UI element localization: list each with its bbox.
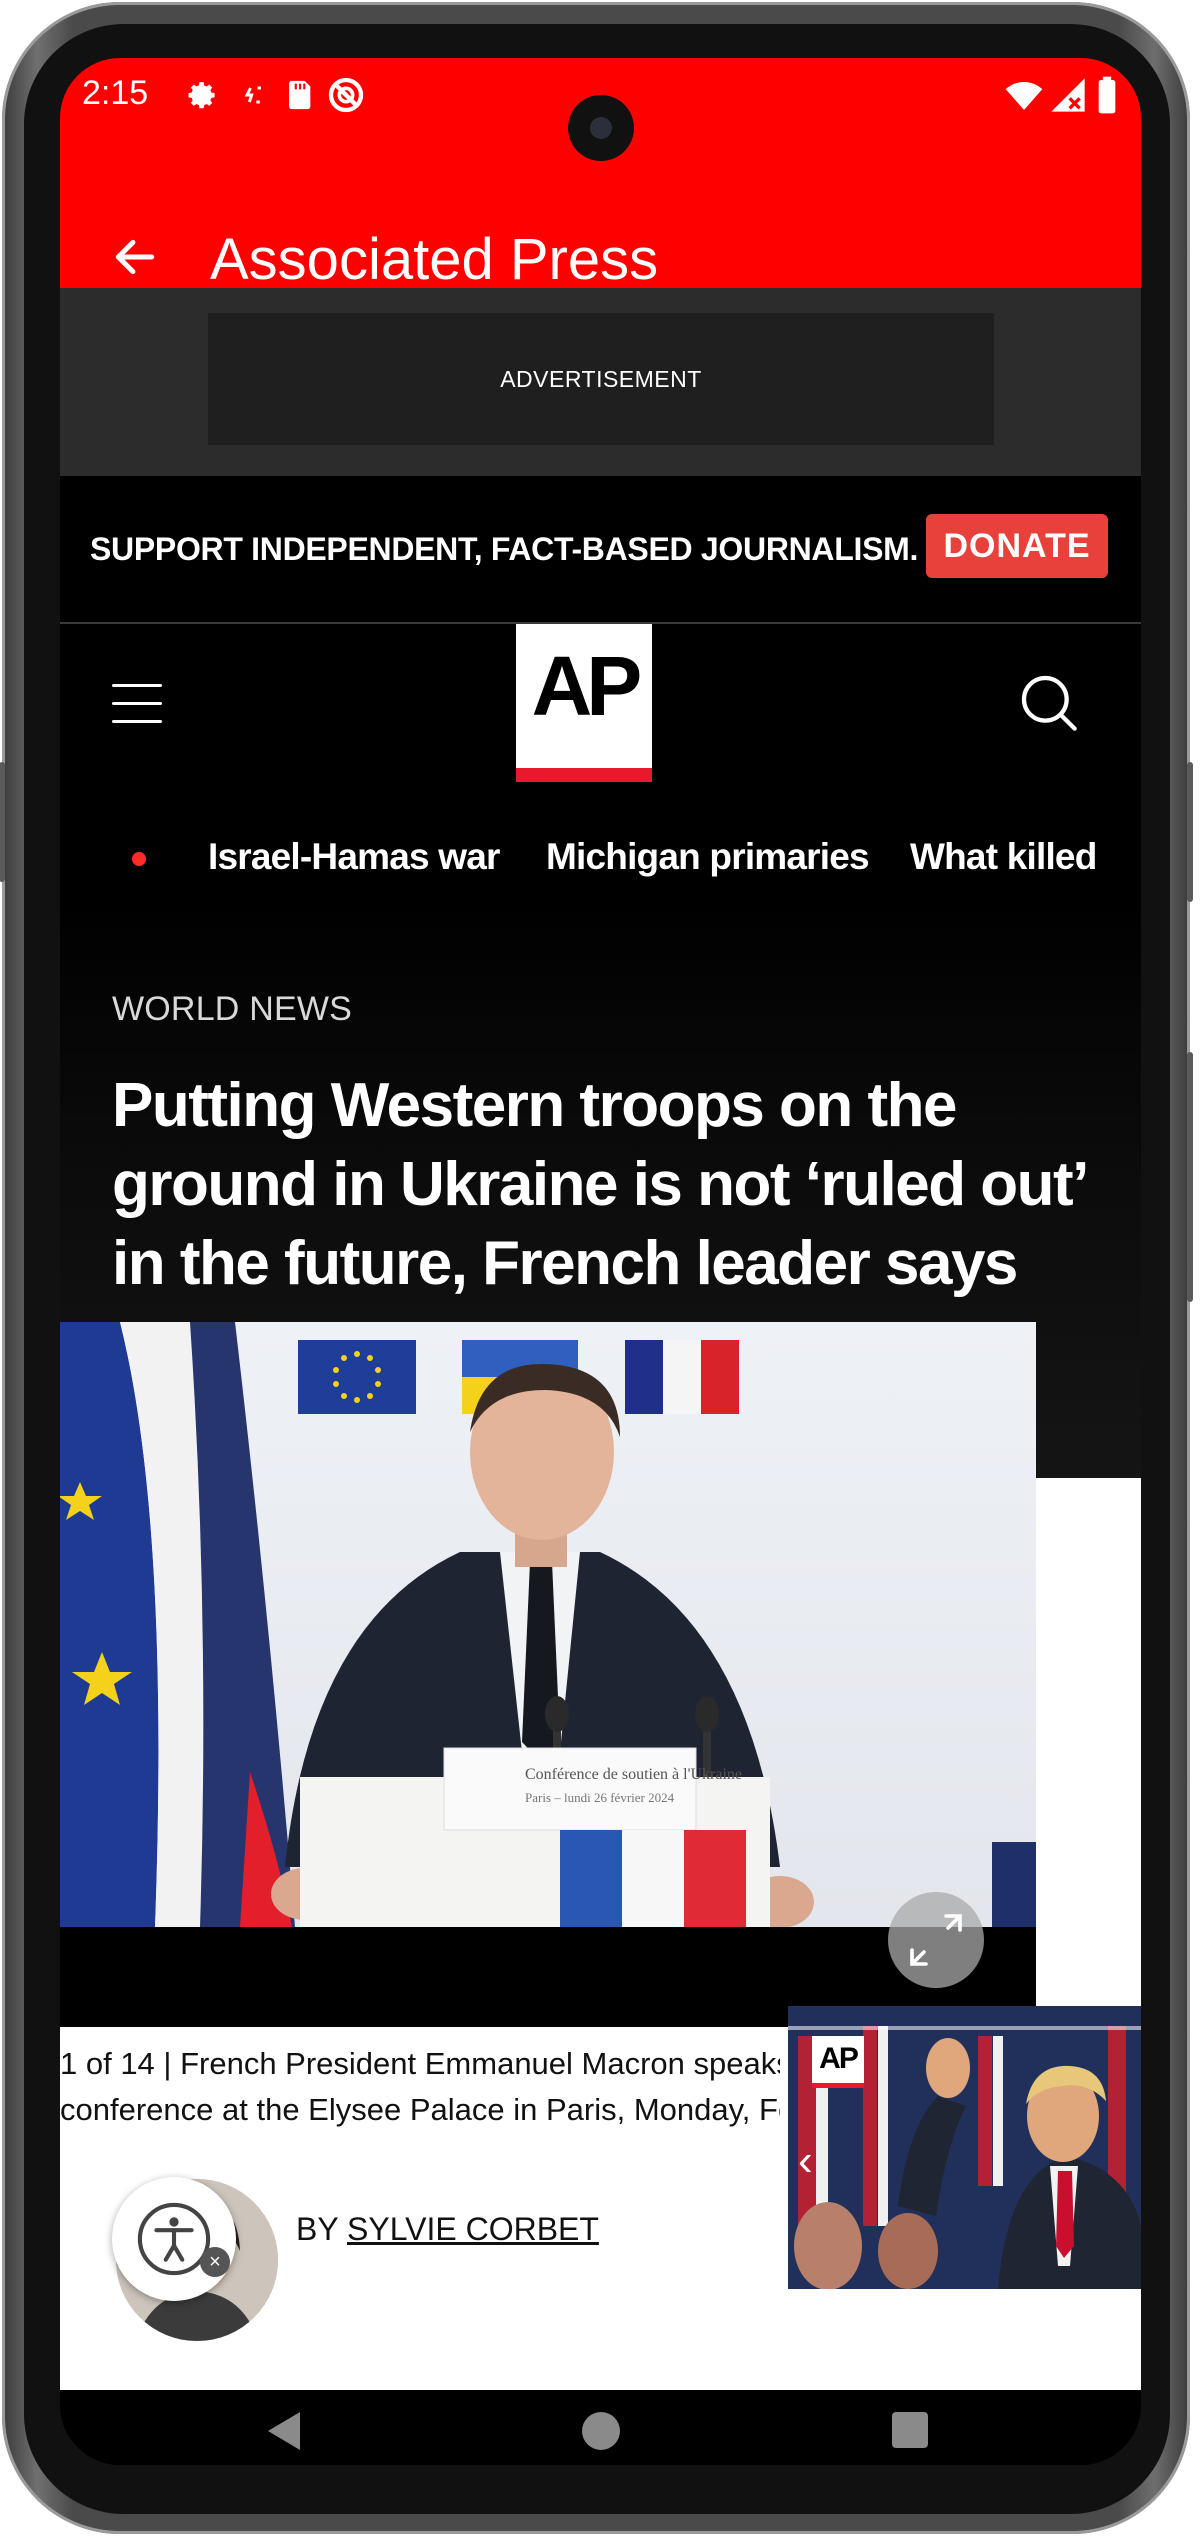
chevron-left-icon[interactable]: ‹ <box>798 2136 813 2186</box>
signal-icon <box>1051 78 1085 112</box>
content-panel <box>1036 1478 1141 2038</box>
battery-icon <box>1098 76 1116 114</box>
screen: 2:15 Associated Press ADVERTISEMENT SUPP… <box>60 58 1141 2465</box>
article-headline: Putting Western troops on the ground in … <box>112 1071 1086 1298</box>
caption-line-1: 1 of 14 | French President Emmanuel Macr… <box>60 2046 780 2081</box>
volume-button <box>0 762 5 882</box>
mini-ap-logo-text: AP <box>819 2042 859 2075</box>
power-button <box>1187 762 1193 902</box>
gear-icon <box>188 82 215 109</box>
donate-banner: SUPPORT INDEPENDENT, FACT-BASED JOURNALI… <box>60 476 1141 624</box>
section-label[interactable]: WORLD NEWS <box>112 990 352 1029</box>
volume-rocker <box>1187 1052 1193 1302</box>
status-time: 2:15 <box>82 74 149 112</box>
topic-what-killed[interactable]: What killed <box>910 836 1097 878</box>
close-icon[interactable]: × <box>200 2247 230 2277</box>
hamburger-menu-icon[interactable] <box>112 684 162 724</box>
expand-photo-button[interactable] <box>888 1892 984 1988</box>
ap-logo-bar <box>516 768 652 782</box>
accessibility-button[interactable] <box>112 2177 236 2301</box>
support-message: SUPPORT INDEPENDENT, FACT-BASED JOURNALI… <box>90 531 919 567</box>
macron-podium-image: Conférence de soutien à l'Ukraine Paris … <box>60 1322 1036 1927</box>
ap-logo[interactable]: AP <box>516 624 652 782</box>
byline-prefix: BY <box>296 2211 339 2247</box>
byline: BY SYLVIE CORBET <box>296 2211 599 2248</box>
link-icon <box>244 86 261 104</box>
sd-card-icon <box>289 80 311 110</box>
trending-topics: Israel-Hamas war Michigan primaries What… <box>60 824 1141 898</box>
accessibility-icon <box>137 2202 211 2276</box>
podium-text-title: Conférence de soutien à l'Ukraine <box>525 1766 742 1783</box>
mini-player-ap-logo: AP <box>812 2036 864 2088</box>
donate-button[interactable]: DONATE <box>926 514 1108 578</box>
topic-israel-hamas-war[interactable]: Israel-Hamas war <box>208 836 500 878</box>
system-navigation-bar <box>60 2390 1141 2465</box>
no-sync-icon <box>328 77 364 113</box>
front-camera <box>568 95 634 161</box>
nav-recents-icon[interactable] <box>892 2412 928 2448</box>
article-photo[interactable]: Conférence de soutien à l'Ukraine Paris … <box>60 1322 1036 1927</box>
photo-caption: 1 of 14 | French President Emmanuel Macr… <box>60 2041 780 2133</box>
podium-text-date: Paris – lundi 26 février 2024 <box>525 1790 675 1805</box>
app-title: Associated Press <box>210 227 659 292</box>
mini-ap-logo-bar <box>812 2083 864 2088</box>
topic-michigan-primaries[interactable]: Michigan primaries <box>546 836 870 878</box>
wifi-icon <box>1005 82 1043 110</box>
site-header: AP <box>60 624 1141 824</box>
mini-video-player[interactable]: AP ‹ <box>788 2006 1141 2289</box>
arrow-left-icon[interactable] <box>110 232 160 282</box>
ad-container: ADVERTISEMENT <box>60 288 1141 476</box>
advertisement-slot[interactable]: ADVERTISEMENT <box>208 313 994 445</box>
live-indicator-icon <box>132 852 146 866</box>
nav-home-icon[interactable] <box>582 2412 620 2450</box>
ap-logo-text: AP <box>531 639 643 733</box>
device-frame: 2:15 Associated Press ADVERTISEMENT SUPP… <box>0 2 1193 2534</box>
expand-icon <box>910 1914 962 1966</box>
caption-line-2: conference at the Elysee Palace in Paris… <box>60 2092 780 2127</box>
author-link[interactable]: SYLVIE CORBET <box>347 2211 599 2247</box>
nav-back-icon[interactable] <box>264 2410 304 2452</box>
search-icon[interactable] <box>1016 670 1080 734</box>
